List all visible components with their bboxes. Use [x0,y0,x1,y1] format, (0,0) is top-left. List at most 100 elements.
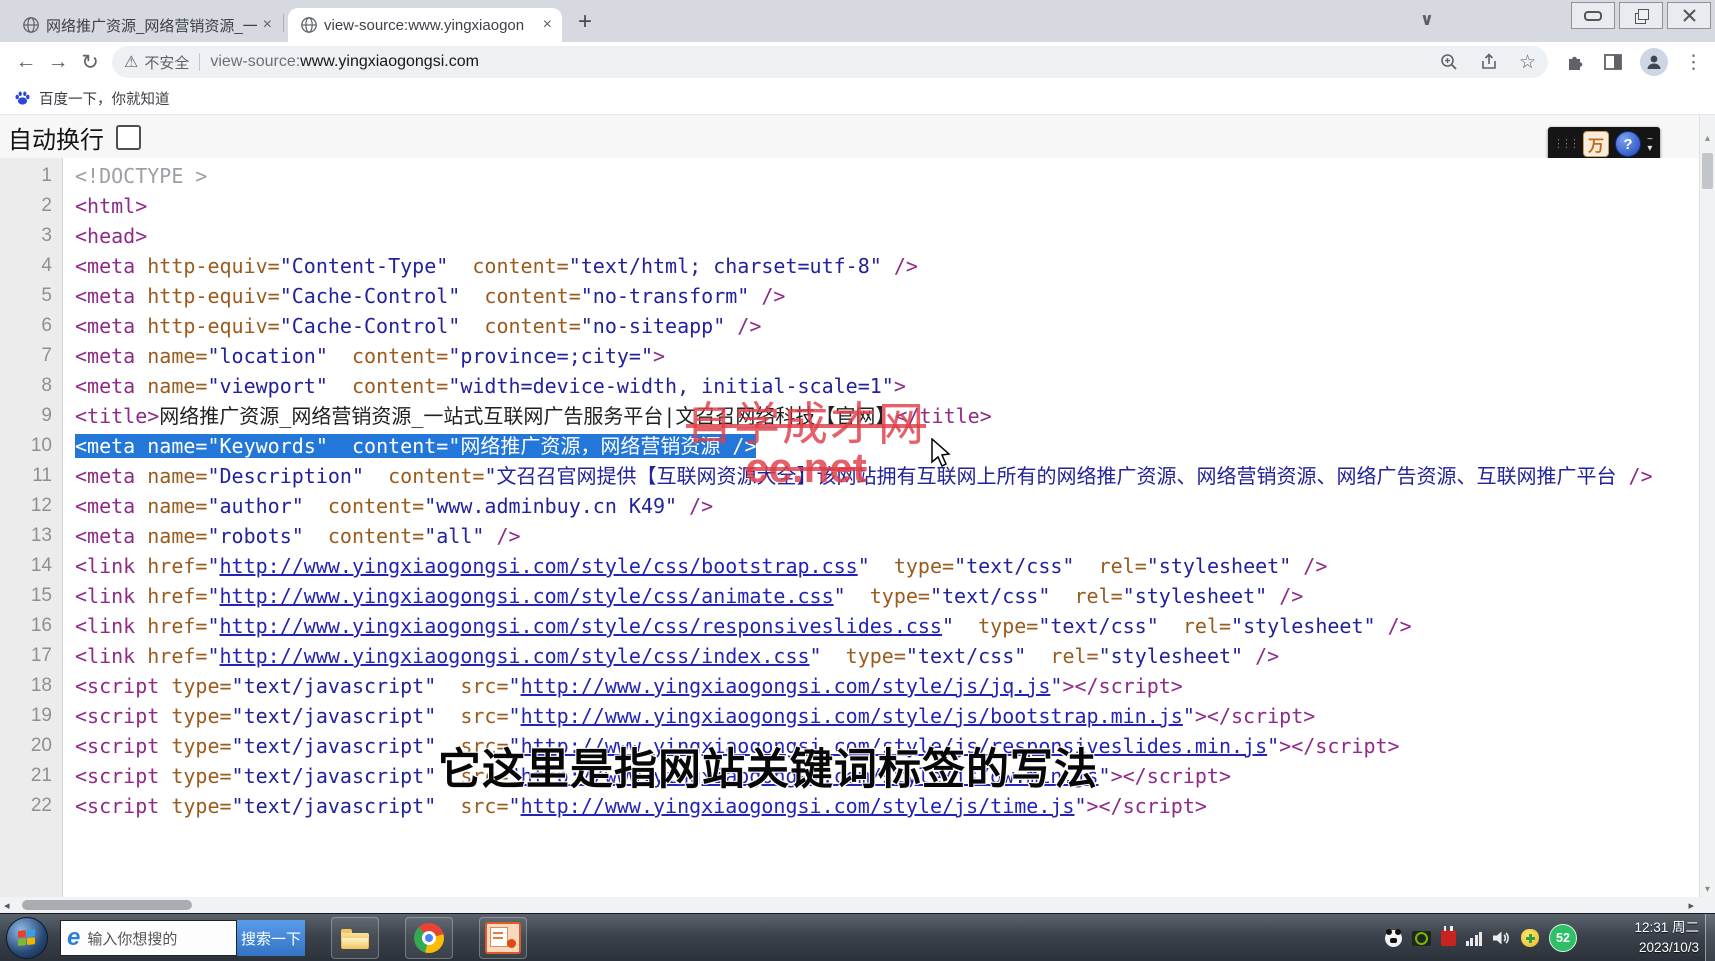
source-token: ></script> [1195,704,1315,728]
zoom-icon[interactable] [1439,52,1459,72]
scroll-up-arrow-icon[interactable]: ▴ [1700,133,1715,144]
tab-separator [283,14,284,32]
bookmark-baidu[interactable]: 百度一下，你就知道 [39,88,170,109]
line-code: <link href="http://www.yingxiaogongsi.co… [63,641,1700,671]
source-line-7: 7<meta name="location" content="province… [0,341,1700,371]
presentation-app-icon [485,922,521,954]
line-number: 19 [0,701,63,731]
extensions-puzzle-icon[interactable] [1564,51,1586,73]
source-token: content= [352,434,448,458]
drag-grip-icon[interactable]: ⋮⋮⋮ [1553,139,1577,149]
horizontal-scrollbar[interactable]: ◂ ▸ [0,897,1700,913]
tab-homepage[interactable]: 网络推广资源_网络营销资源_一 × [10,8,282,42]
line-code: <link href="http://www.yingxiaogongsi.co… [63,611,1700,641]
browser-menu-icon[interactable]: ⋮ [1684,51,1703,74]
line-number: 5 [0,281,63,311]
nvidia-tray-icon[interactable] [1412,931,1431,946]
recorder-collapse-controls[interactable]: − ▾ [1647,135,1653,153]
source-token: name= [147,494,207,518]
source-token: rel= [1183,614,1231,638]
temperature-badge[interactable]: 52 [1549,924,1577,952]
new-tab-button[interactable]: + [578,8,592,36]
chevron-down-icon[interactable]: ▾ [1647,144,1652,153]
show-desktop-button[interactable] [1705,914,1715,961]
power-plug-tray-icon[interactable] [1441,930,1456,946]
back-button[interactable]: ← [10,50,42,74]
source-token [1159,614,1183,638]
source-link[interactable]: http://www.yingxiaogongsi.com/style/js/j… [521,674,1051,698]
scroll-left-arrow-icon[interactable]: ◂ [4,899,10,912]
source-token: "location" [207,344,327,368]
tab-search-chevron-icon[interactable]: ∨ [1420,10,1434,30]
source-token: " [509,704,521,728]
line-wrap-checkbox[interactable] [116,125,141,150]
wan-app-icon[interactable]: 万 [1583,131,1609,157]
source-token [460,314,484,338]
source-line-13: 13<meta name="robots" content="all" /> [0,521,1700,551]
windows-taskbar: e 输入你想搜的 搜索一下 52 12:31 周二 2023/10/3 [0,913,1715,961]
source-link[interactable]: http://www.yingxiaogongsi.com/style/css/… [220,584,834,608]
bookmark-star-icon[interactable]: ☆ [1519,51,1536,74]
clock-date: 2023/10/3 [1634,938,1699,958]
source-token: /> [1616,464,1652,488]
scroll-down-arrow-icon[interactable]: ▾ [1700,884,1715,895]
volume-speaker-icon[interactable] [1492,930,1511,946]
source-token: "stylesheet" [1123,584,1268,608]
source-token: type= [171,704,231,728]
taskbar-explorer-button[interactable] [331,917,379,959]
source-token: "文召召官网提供【互联网资源大全】该网站拥有互联网上所有的网络推广资源、网络营销… [484,464,1616,488]
start-button[interactable] [6,917,48,959]
profile-avatar[interactable] [1640,48,1668,76]
source-link[interactable]: http://www.yingxiaogongsi.com/style/js/b… [521,704,1183,728]
source-token [846,584,870,608]
horizontal-scroll-thumb[interactable] [22,900,192,910]
browser-toolbar: ← → ↻ ⚠ 不安全 view-source: www.yingxiaogon… [0,42,1715,82]
screen-recorder-toolbar: ⋮⋮⋮ 万 ? − ▾ [1548,127,1660,161]
security-label[interactable]: 不安全 [144,52,189,73]
source-token: "text/javascript" [232,704,437,728]
restore-button[interactable] [1619,2,1663,29]
source-link[interactable]: http://www.yingxiaogongsi.com/style/css/… [220,554,858,578]
taskbar-chrome-button[interactable] [405,917,453,959]
panda-tray-icon[interactable] [1385,930,1402,947]
source-token: <script [75,764,171,788]
url-scheme: view-source: [210,53,300,71]
source-token: "author" [207,494,303,518]
source-token [436,674,460,698]
tab-close-icon[interactable]: × [543,17,552,33]
line-number: 6 [0,311,63,341]
source-link[interactable]: http://www.yingxiaogongsi.com/style/css/… [220,614,942,638]
taskbar-clock[interactable]: 12:31 周二 2023/10/3 [1634,918,1699,958]
minimize-button[interactable] [1571,2,1615,29]
source-link[interactable]: http://www.yingxiaogongsi.com/style/js/t… [521,794,1075,818]
source-line-15: 15<link href="http://www.yingxiaogongsi.… [0,581,1700,611]
network-signal-icon[interactable] [1466,931,1483,946]
vertical-scrollbar[interactable]: ▴ ▾ [1699,115,1715,897]
search-button[interactable]: 搜索一下 [237,920,305,956]
tab-close-icon[interactable]: × [263,17,272,33]
vertical-scroll-thumb[interactable] [1702,153,1713,189]
source-token: /> [677,494,713,518]
source-token: name= [147,344,207,368]
source-line-6: 6<meta http-equiv="Cache-Control" conten… [0,311,1700,341]
mouse-cursor [930,438,952,468]
source-token: http-equiv= [147,284,279,308]
help-icon[interactable]: ? [1615,131,1641,157]
share-icon[interactable] [1479,52,1499,72]
antivirus-shield-icon[interactable] [1521,929,1539,947]
line-code: <meta name="viewport" content="width=dev… [63,371,1700,401]
taskbar-search-box[interactable]: e 输入你想搜的 [60,920,237,956]
source-token: </title> [895,404,991,428]
taskbar-powerpoint-button[interactable] [479,917,527,959]
reload-button[interactable]: ↻ [74,50,106,75]
source-link[interactable]: http://www.yingxiaogongsi.com/style/css/… [220,644,810,668]
address-bar[interactable]: ⚠ 不安全 view-source: www.yingxiaogongsi.co… [112,46,1548,78]
forward-button[interactable]: → [42,50,74,74]
source-token: http-equiv= [147,254,279,278]
tab-view-source[interactable]: view-source:www.yingxiaogon × [288,8,562,42]
source-token: <html> [75,194,147,218]
close-window-button[interactable] [1667,2,1711,29]
source-token [870,554,894,578]
side-panel-icon[interactable] [1602,51,1624,73]
scroll-right-arrow-icon[interactable]: ▸ [1688,899,1694,912]
